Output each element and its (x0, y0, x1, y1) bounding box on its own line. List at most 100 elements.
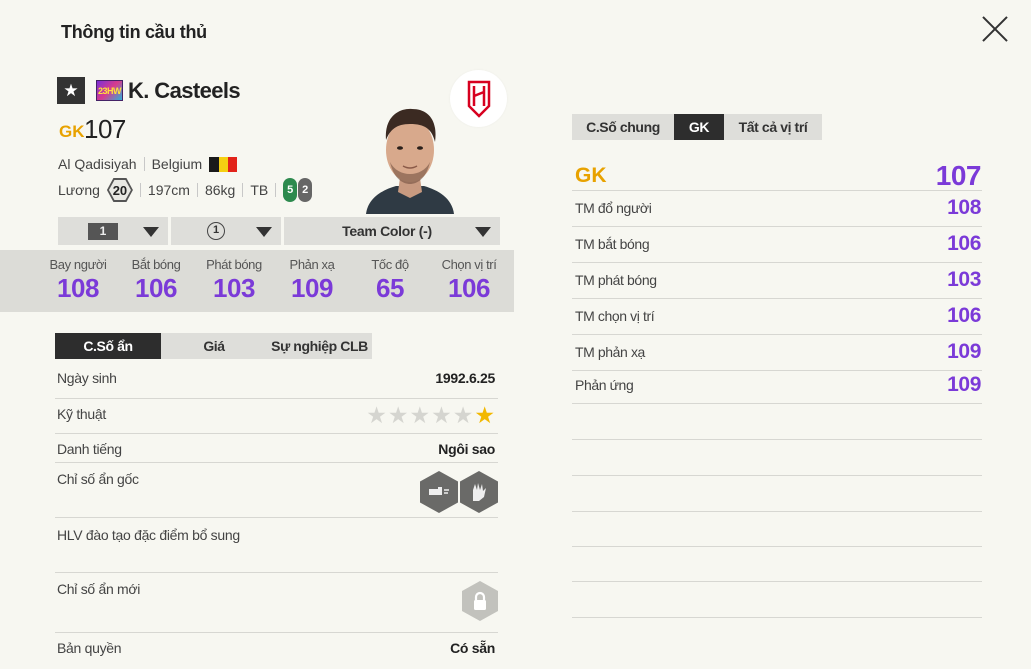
empty-stat-row (572, 440, 982, 476)
chevron-down-icon (475, 227, 491, 237)
player-position: GK (59, 122, 85, 141)
rights-row: Bản quyền Có sẵn (55, 640, 498, 664)
star-empty-icon: ★ (452, 402, 474, 428)
level-dropdown[interactable]: 1 (58, 217, 168, 245)
traits-label: Chỉ số ẩn gốc (57, 471, 139, 487)
rights-label: Bản quyền (57, 640, 122, 656)
skill-row: Kỹ thuật ★ ★ ★ ★ ★ ★ (55, 402, 498, 434)
stat-value: 109 (947, 373, 981, 396)
traits-row: Chỉ số ẩn gốc (55, 471, 498, 518)
position-summary: GK 107 (572, 158, 982, 191)
stat-tabs: C.Số chung GK Tất cả vị trí (572, 114, 822, 140)
chevron-down-icon (256, 227, 272, 237)
face-stat: Phản xạ 109 (272, 257, 352, 304)
tab-price[interactable]: Giá (161, 333, 267, 359)
stat-value: 109 (947, 340, 981, 363)
star-empty-icon: ★ (431, 402, 452, 428)
club-name: Al Qadisiyah (58, 156, 137, 172)
face-stat-label: Bắt bóng (131, 257, 181, 272)
tab-all-positions[interactable]: Tất cả vị trí (724, 114, 822, 140)
star-empty-icon: ★ (366, 402, 387, 428)
face-stat-value: 65 (376, 273, 404, 303)
stat-row: TM phản xạ 109 (572, 335, 982, 371)
stat-value: 106 (947, 304, 981, 327)
stat-row: TM bắt bóng 106 (572, 227, 982, 263)
stat-value: 108 (947, 196, 981, 219)
favorite-star-icon[interactable]: ★ (57, 77, 85, 104)
face-stat-label: Tốc độ (371, 257, 409, 272)
position-summary-label: GK (575, 164, 607, 187)
trait-punch-icon[interactable] (420, 471, 458, 513)
stat-row: Phản ứng 109 (572, 368, 982, 404)
star-empty-icon: ★ (409, 402, 431, 428)
skill-label: Kỹ thuật (57, 406, 106, 422)
tab-gk[interactable]: GK (674, 114, 724, 140)
face-stat: Phát bóng 103 (194, 257, 274, 304)
stat-row: TM đổ người 108 (572, 191, 982, 227)
fame-label: Danh tiếng (57, 441, 122, 457)
stat-label: TM bắt bóng (575, 236, 650, 252)
team-color-dropdown[interactable]: Team Color (-) (284, 217, 500, 245)
face-stat-label: Phát bóng (206, 257, 262, 272)
stat-label: Phản ứng (575, 377, 634, 393)
stat-label: TM phản xạ (575, 344, 645, 360)
fame-value: Ngôi sao (438, 441, 495, 457)
birth-label: Ngày sinh (57, 370, 117, 386)
player-name: K. Casteels (128, 78, 241, 103)
physical-row: Lương 20 197cm 86kg TB 5 2 (58, 178, 313, 202)
face-stat-label: Bay người (49, 257, 107, 272)
nation-name: Belgium (151, 156, 203, 172)
face-stat-value: 108 (57, 273, 99, 303)
grade-dropdown[interactable]: 1 (171, 217, 281, 245)
empty-stat-row (572, 404, 982, 440)
chevron-down-icon (143, 227, 159, 237)
grade-value: 1 (207, 222, 225, 240)
face-stat: Bắt bóng 106 (116, 257, 196, 304)
foot-icon: 5 2 (283, 178, 313, 202)
tab-club-career[interactable]: Sự nghiệp CLB (267, 333, 372, 359)
new-traits-label: Chỉ số ẩn mới (57, 581, 141, 597)
divider (196, 183, 198, 197)
team-color-value: Team Color (-) (342, 223, 432, 239)
face-stats-bar: Bay người 108 Bắt bóng 106 Phát bóng 103… (0, 250, 514, 312)
divider (139, 183, 141, 197)
body-type: TB (250, 182, 269, 198)
star-filled-icon: ★ (474, 402, 495, 428)
tab-general-stats[interactable]: C.Số chung (572, 114, 674, 140)
info-tabs: C.Số ẩn Giá Sự nghiệp CLB (55, 333, 372, 359)
stat-row: TM chọn vị trí 106 (572, 299, 982, 335)
salary-value: 20 (108, 180, 131, 200)
empty-stat-row (572, 511, 982, 547)
skill-stars: ★ ★ ★ ★ ★ ★ (366, 402, 495, 429)
face-stat-label: Phản xạ (289, 257, 335, 272)
salary-hex-icon: 20 (106, 178, 133, 202)
trait-glove-icon[interactable] (460, 471, 498, 513)
empty-stat-row (572, 546, 982, 582)
stat-value: 106 (947, 232, 981, 255)
player-height: 197cm (147, 182, 190, 198)
page-title: Thông tin cầu thủ (61, 22, 207, 42)
season-badge: 23HW (96, 80, 123, 101)
stat-label: TM đổ người (575, 200, 652, 216)
face-stat-value: 109 (291, 273, 333, 303)
lock-icon (462, 581, 498, 621)
belgium-flag-icon (209, 156, 238, 172)
level-value: 1 (88, 222, 118, 240)
tab-hidden-stats[interactable]: C.Số ẩn (55, 333, 161, 359)
new-traits-row: Chỉ số ẩn mới (55, 581, 498, 633)
birth-row: Ngày sinh 1992.6.25 (55, 370, 498, 399)
coach-label: HLV đào tạo đặc điểm bổ sung (57, 527, 240, 543)
divider (275, 183, 277, 197)
empty-stat-row (572, 476, 982, 512)
player-overall: 107 (84, 114, 126, 144)
coach-row: HLV đào tạo đặc điểm bổ sung (55, 527, 498, 573)
position-summary-value: 107 (935, 160, 982, 191)
face-stat: Bay người 108 (38, 257, 118, 304)
stat-row: TM phát bóng 103 (572, 263, 982, 299)
player-photo (360, 100, 460, 214)
divider (242, 183, 244, 197)
face-stat-label: Chọn vị trí (441, 257, 497, 272)
club-nation-row: Al Qadisiyah Belgium (58, 156, 238, 172)
close-icon[interactable] (980, 14, 1010, 44)
face-stat-value: 103 (213, 273, 255, 303)
